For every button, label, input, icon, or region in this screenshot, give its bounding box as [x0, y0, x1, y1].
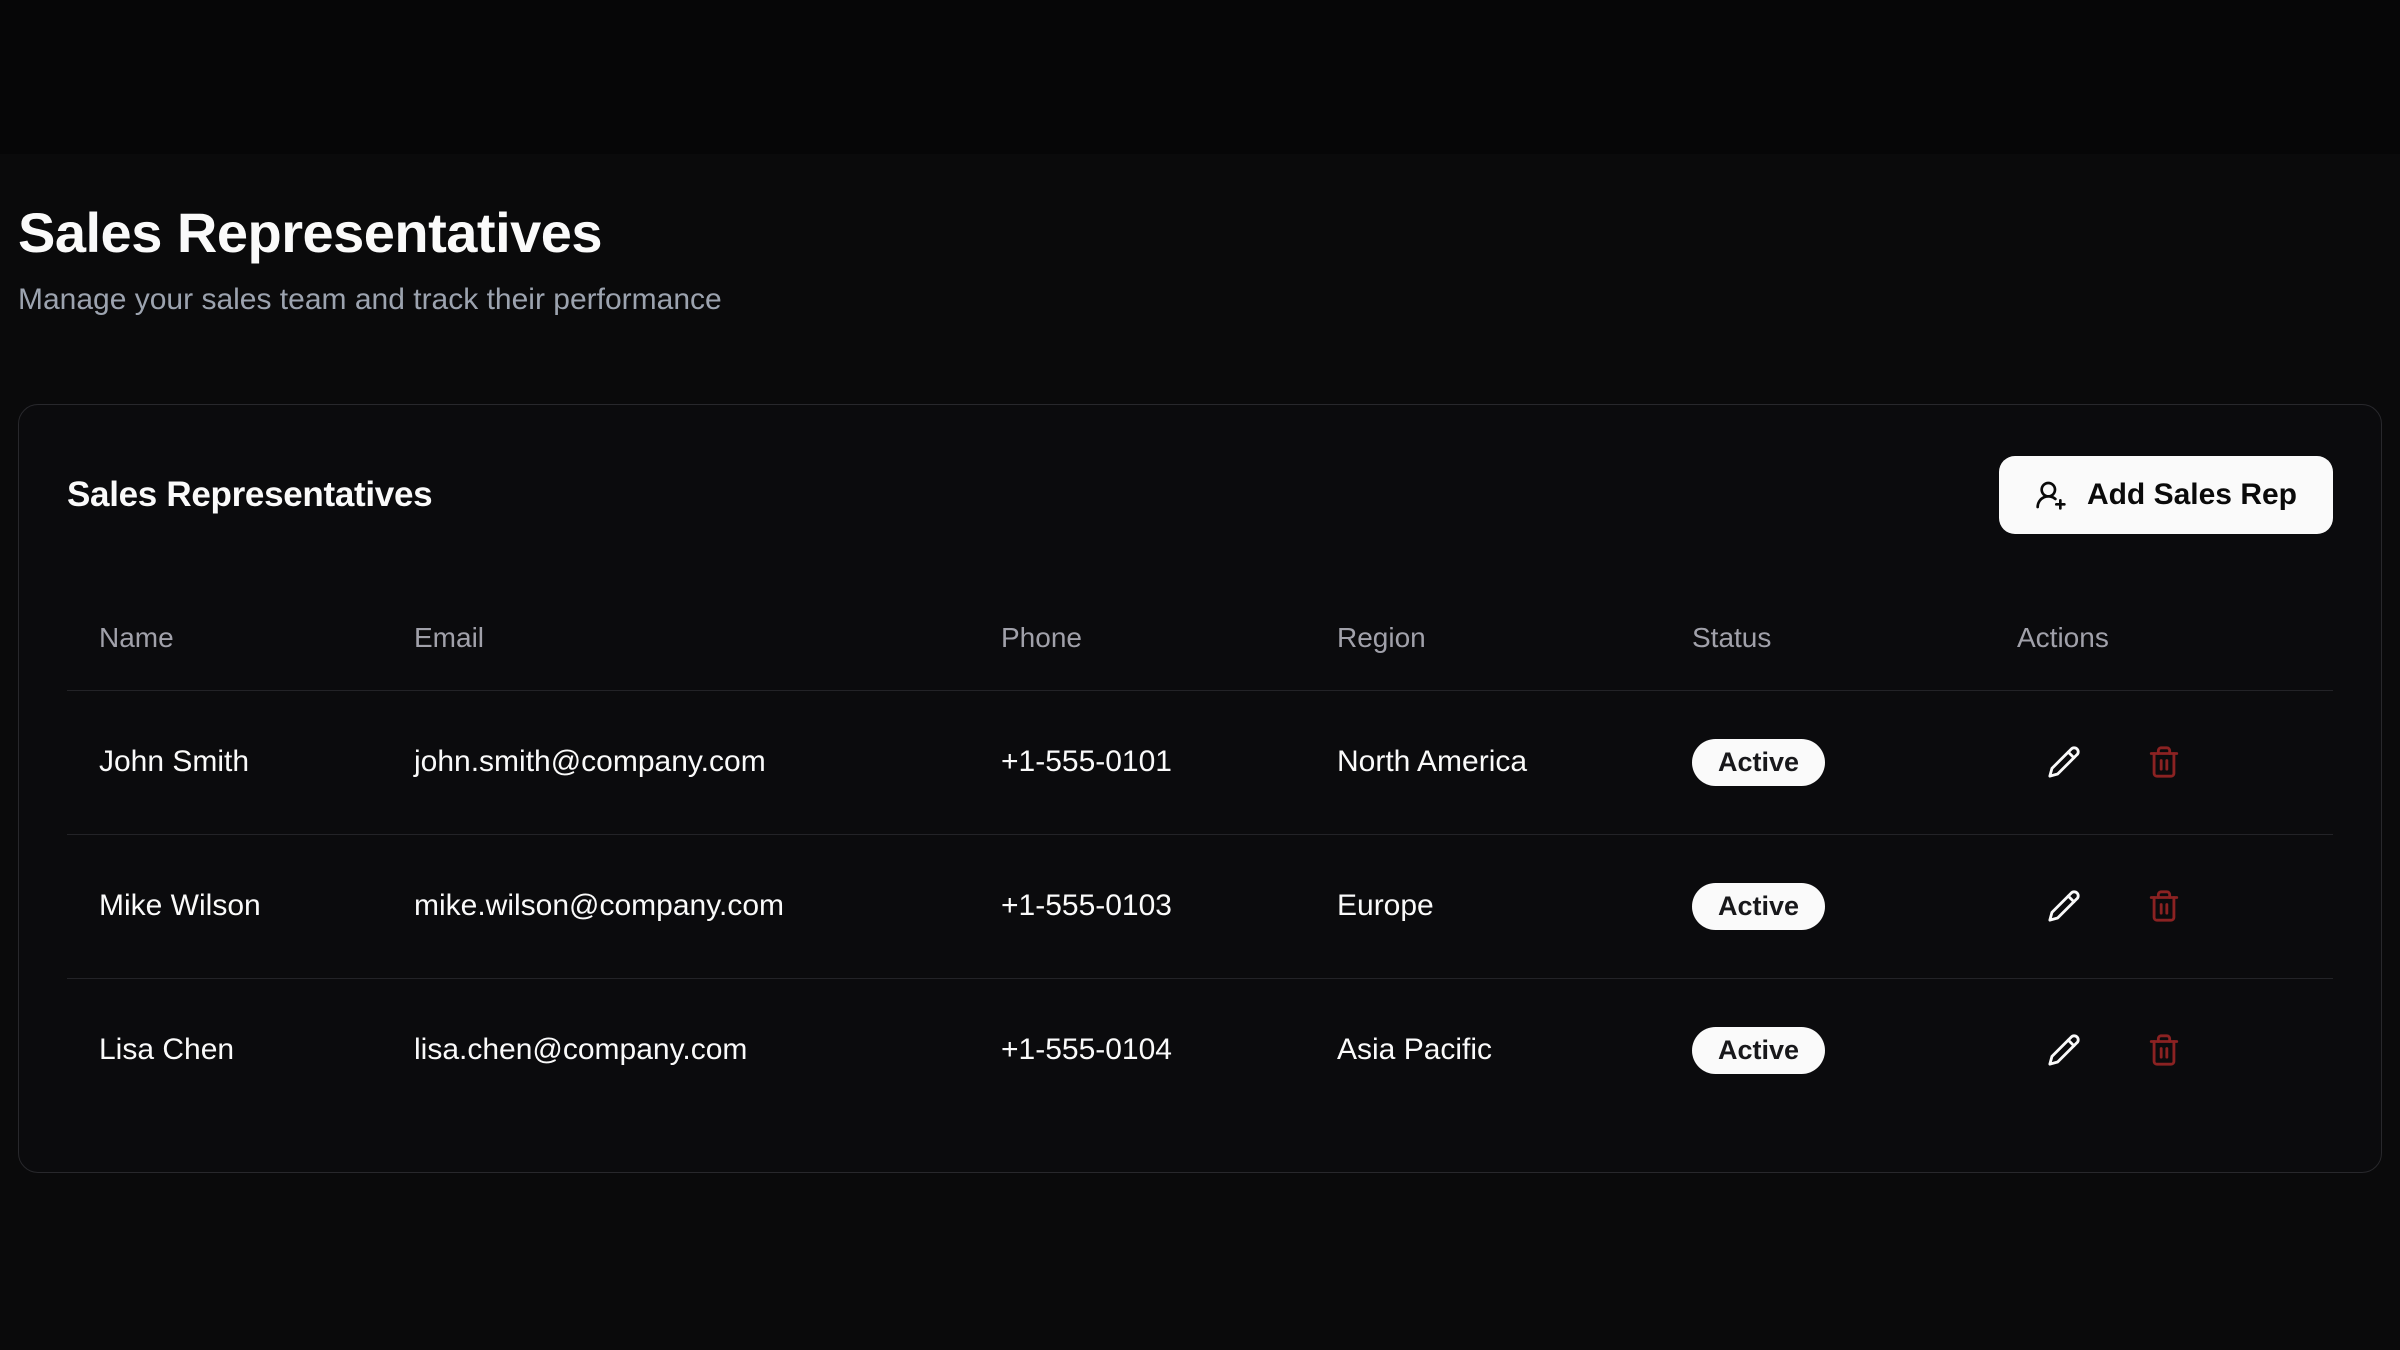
column-header-region: Region	[1305, 561, 1660, 690]
sales-reps-card: Sales Representatives Add Sales Rep	[18, 404, 2382, 1173]
trash-icon	[2147, 889, 2181, 923]
rep-name: Lisa Chen	[67, 978, 382, 1122]
card-header: Sales Representatives Add Sales Rep	[67, 453, 2333, 537]
delete-button[interactable]	[2147, 889, 2181, 923]
add-sales-rep-label: Add Sales Rep	[2087, 478, 2297, 512]
delete-button[interactable]	[2147, 745, 2181, 779]
page-container: Sales Representatives Manage your sales …	[0, 200, 2400, 1173]
rep-email: john.smith@company.com	[382, 690, 969, 834]
row-actions	[2017, 889, 2301, 923]
delete-button[interactable]	[2147, 1033, 2181, 1067]
rep-email: mike.wilson@company.com	[382, 834, 969, 978]
edit-button[interactable]	[2047, 745, 2081, 779]
page-subtitle: Manage your sales team and track their p…	[18, 280, 2382, 320]
sales-reps-table: Name Email Phone Region Status Actions J…	[67, 561, 2333, 1122]
status-badge: Active	[1692, 1027, 1825, 1074]
rep-name: John Smith	[67, 690, 382, 834]
card-title: Sales Representatives	[67, 475, 432, 515]
column-header-actions: Actions	[1985, 561, 2333, 690]
rep-region: Europe	[1305, 834, 1660, 978]
row-actions	[2017, 1033, 2301, 1067]
table-row: John Smith john.smith@company.com +1-555…	[67, 690, 2333, 834]
pencil-icon	[2047, 745, 2081, 779]
rep-region: Asia Pacific	[1305, 978, 1660, 1122]
column-header-phone: Phone	[969, 561, 1305, 690]
add-sales-rep-button[interactable]: Add Sales Rep	[1999, 456, 2333, 534]
rep-region: North America	[1305, 690, 1660, 834]
table-header-row: Name Email Phone Region Status Actions	[67, 561, 2333, 690]
table-row: Lisa Chen lisa.chen@company.com +1-555-0…	[67, 978, 2333, 1122]
top-bar	[0, 0, 2400, 154]
edit-button[interactable]	[2047, 1033, 2081, 1067]
edit-button[interactable]	[2047, 889, 2081, 923]
column-header-status: Status	[1660, 561, 1985, 690]
page-title: Sales Representatives	[18, 200, 2382, 266]
column-header-name: Name	[67, 561, 382, 690]
table-row: Mike Wilson mike.wilson@company.com +1-5…	[67, 834, 2333, 978]
trash-icon	[2147, 745, 2181, 779]
user-plus-icon	[2035, 479, 2067, 511]
rep-phone: +1-555-0101	[969, 690, 1305, 834]
pencil-icon	[2047, 889, 2081, 923]
rep-phone: +1-555-0103	[969, 834, 1305, 978]
status-badge: Active	[1692, 739, 1825, 786]
pencil-icon	[2047, 1033, 2081, 1067]
rep-name: Mike Wilson	[67, 834, 382, 978]
rep-email: lisa.chen@company.com	[382, 978, 969, 1122]
trash-icon	[2147, 1033, 2181, 1067]
column-header-email: Email	[382, 561, 969, 690]
row-actions	[2017, 745, 2301, 779]
rep-phone: +1-555-0104	[969, 978, 1305, 1122]
status-badge: Active	[1692, 883, 1825, 930]
